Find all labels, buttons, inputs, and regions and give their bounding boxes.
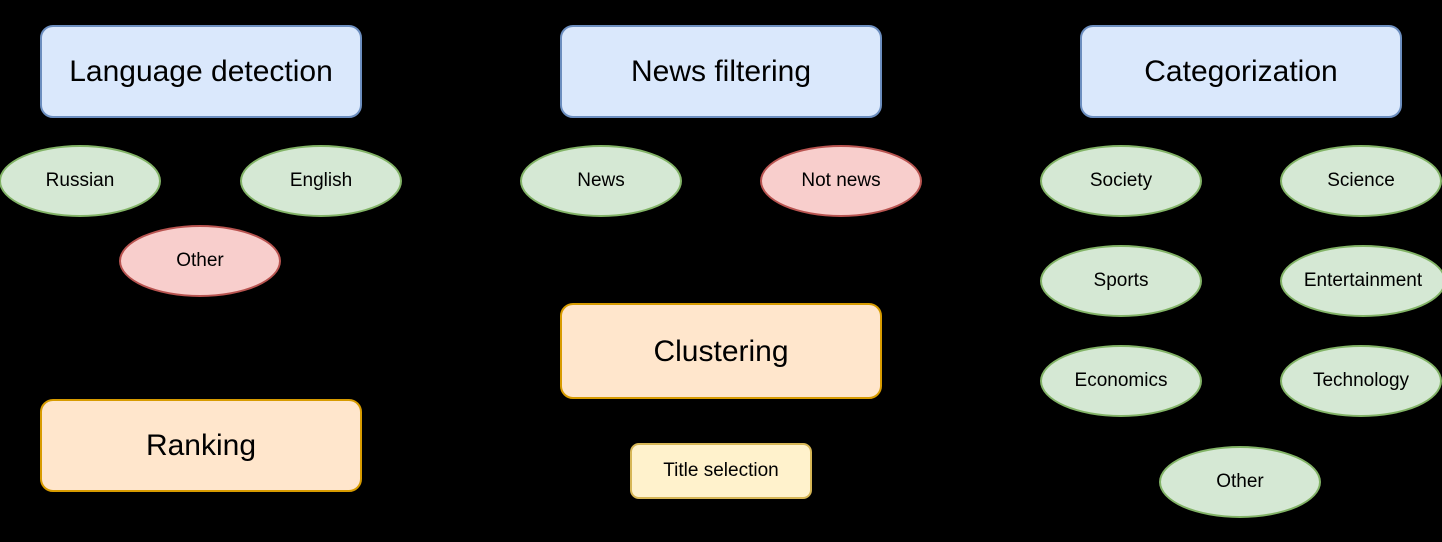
node-sports-label: Sports: [1093, 269, 1149, 291]
node-news-label: News: [577, 169, 625, 191]
stage-box-language-detection[interactable]: Language detection: [40, 25, 362, 118]
node-other-language-label: Other: [176, 249, 224, 271]
diagram-canvas: Language detection Russian English Other…: [0, 0, 1442, 542]
stage-box-language-detection-label: Language detection: [69, 55, 333, 88]
node-science[interactable]: Science: [1280, 145, 1442, 217]
node-english[interactable]: English: [240, 145, 402, 217]
node-technology-label: Technology: [1312, 369, 1410, 391]
node-not-news[interactable]: Not news: [760, 145, 922, 217]
node-science-label: Science: [1327, 169, 1395, 191]
process-box-ranking-label: Ranking: [145, 429, 257, 462]
node-russian[interactable]: Russian: [0, 145, 161, 217]
node-other-category-label: Other: [1216, 470, 1264, 492]
node-economics[interactable]: Economics: [1040, 345, 1202, 417]
node-sports[interactable]: Sports: [1040, 245, 1202, 317]
process-box-title-selection[interactable]: Title selection: [630, 443, 812, 499]
process-box-clustering-label: Clustering: [653, 334, 789, 368]
node-technology[interactable]: Technology: [1280, 345, 1442, 417]
node-news[interactable]: News: [520, 145, 682, 217]
node-entertainment-label: Entertainment: [1303, 269, 1423, 291]
node-other-language[interactable]: Other: [119, 225, 281, 297]
process-box-ranking[interactable]: Ranking: [40, 399, 362, 492]
stage-box-news-filtering[interactable]: News filtering: [560, 25, 882, 118]
process-box-title-selection-label: Title selection: [663, 459, 779, 481]
stage-box-categorization[interactable]: Categorization: [1080, 25, 1402, 118]
stage-box-categorization-label: Categorization: [1144, 55, 1338, 88]
node-society[interactable]: Society: [1040, 145, 1202, 217]
node-entertainment[interactable]: Entertainment: [1280, 245, 1442, 317]
process-box-clustering[interactable]: Clustering: [560, 303, 882, 399]
node-economics-label: Economics: [1074, 369, 1168, 391]
stage-box-news-filtering-label: News filtering: [630, 55, 812, 88]
node-russian-label: Russian: [45, 169, 115, 191]
node-society-label: Society: [1089, 169, 1153, 191]
node-other-category[interactable]: Other: [1159, 446, 1321, 518]
node-english-label: English: [289, 169, 353, 191]
node-not-news-label: Not news: [801, 169, 881, 191]
